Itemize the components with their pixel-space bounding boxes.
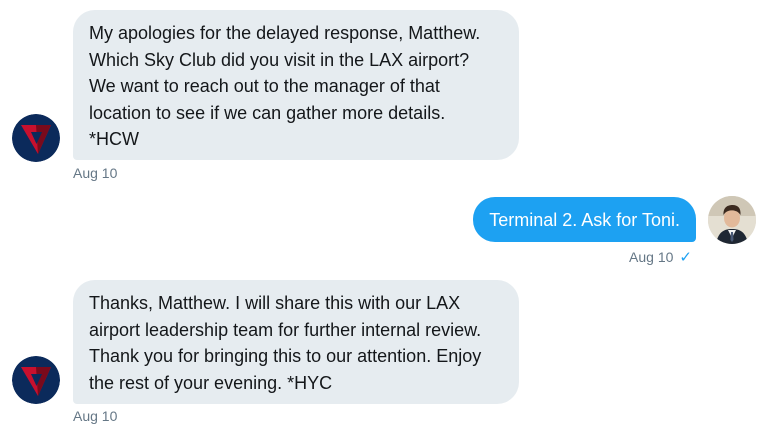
delta-logo-icon[interactable]: [12, 114, 60, 162]
message-bubble[interactable]: My apologies for the delayed response, M…: [73, 10, 519, 160]
message-bubble[interactable]: Terminal 2. Ask for Toni.: [473, 197, 696, 242]
message-timestamp: Aug 10 ✓: [629, 248, 692, 266]
timestamp-text: Aug 10: [629, 249, 674, 265]
timestamp-text: Aug 10: [73, 408, 118, 424]
message-timestamp: Aug 10: [73, 408, 117, 424]
message-bubble[interactable]: Thanks, Matthew. I will share this with …: [73, 280, 519, 404]
delta-logo-icon[interactable]: [12, 356, 60, 404]
checkmark-icon: ✓: [679, 249, 692, 266]
message-timestamp: Aug 10: [73, 165, 117, 181]
user-photo[interactable]: [708, 196, 756, 244]
timestamp-text: Aug 10: [73, 165, 118, 181]
